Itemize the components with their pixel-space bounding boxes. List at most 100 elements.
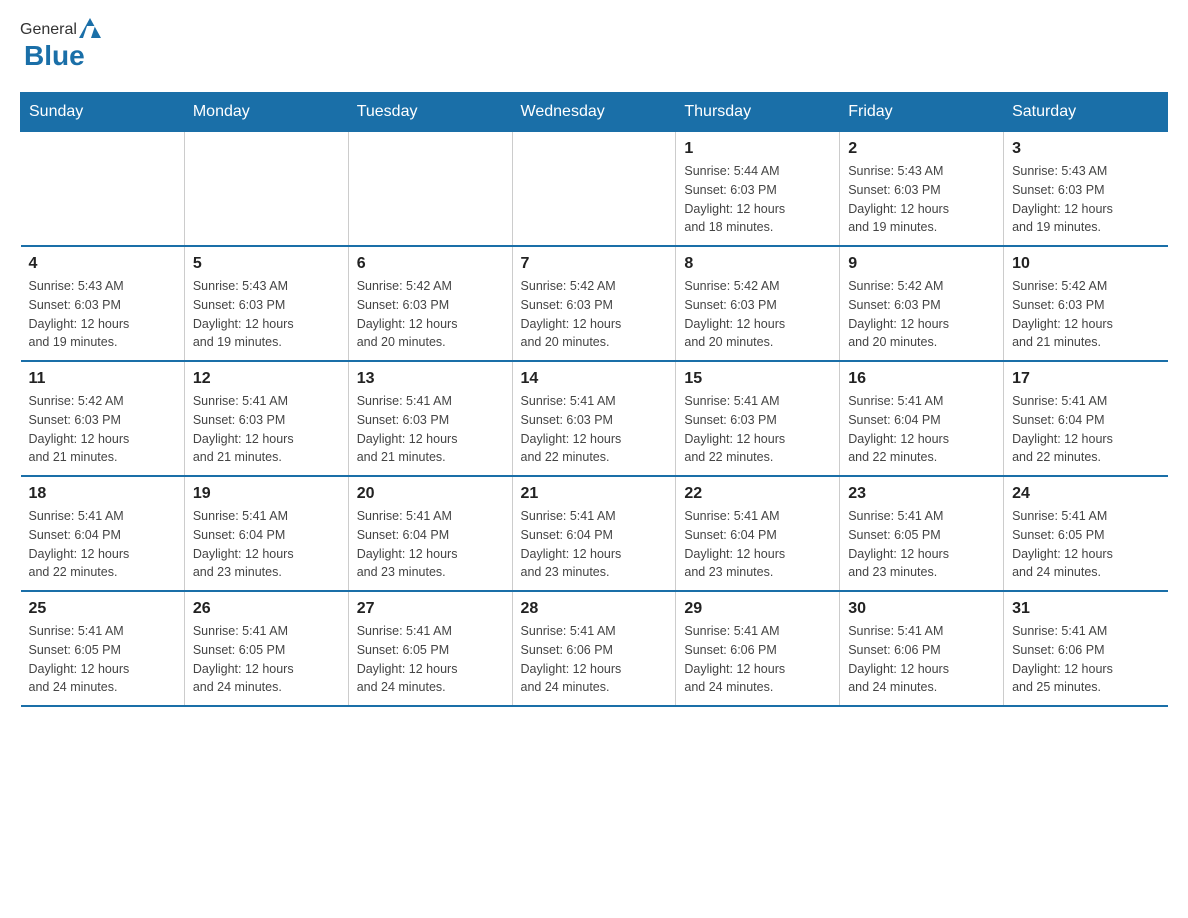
week-row-5: 25 Sunrise: 5:41 AM Sunset: 6:05 PM Dayli…: [21, 591, 1168, 706]
calendar-table: SundayMondayTuesdayWednesdayThursdayFrid…: [20, 92, 1168, 707]
weekday-header-friday: Friday: [840, 93, 1004, 132]
calendar-cell: 13Sunrise: 5:41 AM Sunset: 6:03 PM Dayli…: [348, 361, 512, 476]
day-number: 29: [684, 600, 831, 618]
week-row-3: 11 Sunrise: 5:42 AM Sunset: 6:03 PM Dayli…: [21, 361, 1168, 476]
day-info: Sunrise: 5:43 AM Sunset: 6:03 PM Dayligh…: [29, 277, 176, 352]
day-number: 3: [1012, 140, 1159, 158]
day-number: 10: [1012, 255, 1159, 273]
day-number: 16: [848, 370, 995, 388]
day-info: Sunrise: 5:41 AM Sunset: 6:04 PM Dayligh…: [1012, 392, 1159, 467]
day-number: 19: [193, 485, 340, 503]
day-number: 7: [521, 255, 668, 273]
day-number: 12: [193, 370, 340, 388]
day-number: 11: [29, 370, 176, 388]
calendar-cell: 25 Sunrise: 5:41 AM Sunset: 6:05 PM Dayli…: [21, 591, 185, 706]
day-info: Sunrise: 5:41 AM Sunset: 6:04 PM Dayligh…: [357, 507, 504, 582]
calendar-cell: 19 Sunrise: 5:41 AM Sunset: 6:04 PM Dayli…: [184, 476, 348, 591]
day-number: 20: [357, 485, 504, 503]
week-row-4: 18 Sunrise: 5:41 AM Sunset: 6:04 PM Dayli…: [21, 476, 1168, 591]
calendar-cell: 12 Sunrise: 5:41 AM Sunset: 6:03 PM Dayli…: [184, 361, 348, 476]
day-info: Sunrise: 5:41 AM Sunset: 6:04 PM Dayligh…: [684, 507, 831, 582]
page-header: General Blue: [20, 20, 1168, 72]
day-info: Sunrise: 5:44 AM Sunset: 6:03 PM Dayligh…: [684, 162, 831, 237]
day-info: Sunrise: 5:42 AM Sunset: 6:03 PM Dayligh…: [29, 392, 176, 467]
day-info: Sunrise: 5:41 AM Sunset: 6:05 PM Dayligh…: [193, 622, 340, 697]
calendar-cell: 5Sunrise: 5:43 AM Sunset: 6:03 PM Daylig…: [184, 246, 348, 361]
calendar-cell: 20 Sunrise: 5:41 AM Sunset: 6:04 PM Dayli…: [348, 476, 512, 591]
calendar-cell: 16Sunrise: 5:41 AM Sunset: 6:04 PM Dayli…: [840, 361, 1004, 476]
calendar-cell: 7Sunrise: 5:42 AM Sunset: 6:03 PM Daylig…: [512, 246, 676, 361]
day-info: Sunrise: 5:41 AM Sunset: 6:05 PM Dayligh…: [357, 622, 504, 697]
calendar-cell: 11 Sunrise: 5:42 AM Sunset: 6:03 PM Dayli…: [21, 361, 185, 476]
day-number: 15: [684, 370, 831, 388]
weekday-header-monday: Monday: [184, 93, 348, 132]
calendar-cell: 2 Sunrise: 5:43 AM Sunset: 6:03 PM Daylig…: [840, 132, 1004, 247]
day-number: 22: [684, 485, 831, 503]
day-number: 31: [1012, 600, 1159, 618]
weekday-header-tuesday: Tuesday: [348, 93, 512, 132]
day-info: Sunrise: 5:42 AM Sunset: 6:03 PM Dayligh…: [357, 277, 504, 352]
day-info: Sunrise: 5:43 AM Sunset: 6:03 PM Dayligh…: [848, 162, 995, 237]
logo: General Blue: [20, 20, 101, 72]
day-number: 27: [357, 600, 504, 618]
calendar-cell: 1 Sunrise: 5:44 AM Sunset: 6:03 PM Daylig…: [676, 132, 840, 247]
calendar-cell: 14 Sunrise: 5:41 AM Sunset: 6:03 PM Dayli…: [512, 361, 676, 476]
calendar-cell: 28Sunrise: 5:41 AM Sunset: 6:06 PM Dayli…: [512, 591, 676, 706]
day-info: Sunrise: 5:41 AM Sunset: 6:04 PM Dayligh…: [521, 507, 668, 582]
day-info: Sunrise: 5:41 AM Sunset: 6:05 PM Dayligh…: [29, 622, 176, 697]
calendar-cell: 24 Sunrise: 5:41 AM Sunset: 6:05 PM Dayli…: [1004, 476, 1168, 591]
day-number: 17: [1012, 370, 1159, 388]
week-row-2: 4Sunrise: 5:43 AM Sunset: 6:03 PM Daylig…: [21, 246, 1168, 361]
day-info: Sunrise: 5:42 AM Sunset: 6:03 PM Dayligh…: [1012, 277, 1159, 352]
calendar-cell: [348, 132, 512, 247]
weekday-header-row: SundayMondayTuesdayWednesdayThursdayFrid…: [21, 93, 1168, 132]
weekday-header-sunday: Sunday: [21, 93, 185, 132]
day-info: Sunrise: 5:41 AM Sunset: 6:04 PM Dayligh…: [193, 507, 340, 582]
weekday-header-thursday: Thursday: [676, 93, 840, 132]
day-info: Sunrise: 5:42 AM Sunset: 6:03 PM Dayligh…: [684, 277, 831, 352]
calendar-cell: 15 Sunrise: 5:41 AM Sunset: 6:03 PM Dayli…: [676, 361, 840, 476]
day-info: Sunrise: 5:43 AM Sunset: 6:03 PM Dayligh…: [1012, 162, 1159, 237]
calendar-cell: 4Sunrise: 5:43 AM Sunset: 6:03 PM Daylig…: [21, 246, 185, 361]
day-number: 9: [848, 255, 995, 273]
day-number: 1: [684, 140, 831, 158]
calendar-cell: 23Sunrise: 5:41 AM Sunset: 6:05 PM Dayli…: [840, 476, 1004, 591]
calendar-cell: 8 Sunrise: 5:42 AM Sunset: 6:03 PM Daylig…: [676, 246, 840, 361]
logo-blue-text: Blue: [24, 40, 101, 72]
day-number: 18: [29, 485, 176, 503]
day-number: 8: [684, 255, 831, 273]
calendar-cell: 31Sunrise: 5:41 AM Sunset: 6:06 PM Dayli…: [1004, 591, 1168, 706]
day-info: Sunrise: 5:42 AM Sunset: 6:03 PM Dayligh…: [848, 277, 995, 352]
day-number: 2: [848, 140, 995, 158]
day-info: Sunrise: 5:41 AM Sunset: 6:05 PM Dayligh…: [1012, 507, 1159, 582]
day-info: Sunrise: 5:41 AM Sunset: 6:03 PM Dayligh…: [193, 392, 340, 467]
day-number: 28: [521, 600, 668, 618]
day-info: Sunrise: 5:43 AM Sunset: 6:03 PM Dayligh…: [193, 277, 340, 352]
day-number: 21: [521, 485, 668, 503]
day-info: Sunrise: 5:41 AM Sunset: 6:04 PM Dayligh…: [29, 507, 176, 582]
logo-general-text: General: [20, 21, 77, 39]
day-number: 30: [848, 600, 995, 618]
day-number: 13: [357, 370, 504, 388]
day-info: Sunrise: 5:41 AM Sunset: 6:03 PM Dayligh…: [521, 392, 668, 467]
calendar-cell: 9 Sunrise: 5:42 AM Sunset: 6:03 PM Daylig…: [840, 246, 1004, 361]
calendar-cell: 3 Sunrise: 5:43 AM Sunset: 6:03 PM Daylig…: [1004, 132, 1168, 247]
calendar-cell: [184, 132, 348, 247]
day-info: Sunrise: 5:41 AM Sunset: 6:03 PM Dayligh…: [684, 392, 831, 467]
calendar-cell: 18 Sunrise: 5:41 AM Sunset: 6:04 PM Dayli…: [21, 476, 185, 591]
week-row-1: 1 Sunrise: 5:44 AM Sunset: 6:03 PM Daylig…: [21, 132, 1168, 247]
calendar-cell: 27 Sunrise: 5:41 AM Sunset: 6:05 PM Dayli…: [348, 591, 512, 706]
weekday-header-wednesday: Wednesday: [512, 93, 676, 132]
logo-icon: [79, 18, 101, 38]
day-number: 14: [521, 370, 668, 388]
calendar-cell: 29Sunrise: 5:41 AM Sunset: 6:06 PM Dayli…: [676, 591, 840, 706]
day-info: Sunrise: 5:41 AM Sunset: 6:05 PM Dayligh…: [848, 507, 995, 582]
day-number: 6: [357, 255, 504, 273]
day-number: 24: [1012, 485, 1159, 503]
calendar-cell: [512, 132, 676, 247]
day-number: 25: [29, 600, 176, 618]
calendar-cell: [21, 132, 185, 247]
calendar-cell: 21 Sunrise: 5:41 AM Sunset: 6:04 PM Dayli…: [512, 476, 676, 591]
day-info: Sunrise: 5:41 AM Sunset: 6:06 PM Dayligh…: [848, 622, 995, 697]
calendar-cell: 6 Sunrise: 5:42 AM Sunset: 6:03 PM Daylig…: [348, 246, 512, 361]
